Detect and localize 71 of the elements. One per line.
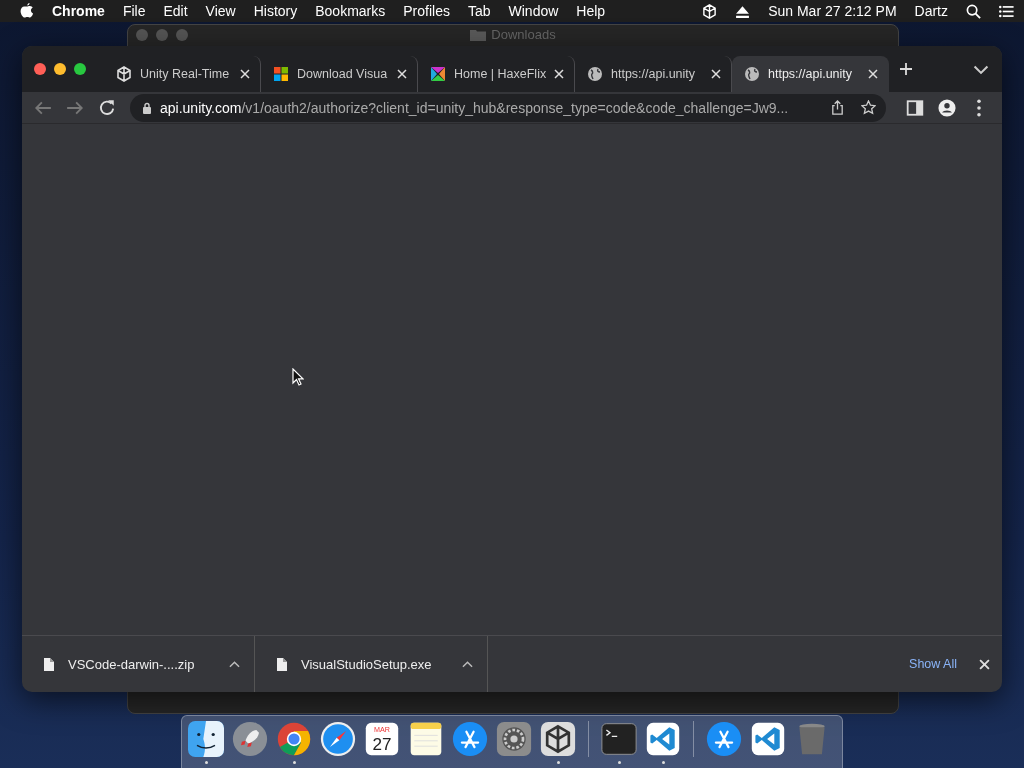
- side-panel-icon[interactable]: [906, 98, 924, 117]
- close-icon[interactable]: [868, 69, 878, 79]
- cube-icon[interactable]: [702, 3, 718, 19]
- search-icon[interactable]: [966, 3, 981, 19]
- cube-icon[interactable]: [540, 721, 576, 757]
- close-icon[interactable]: [240, 69, 250, 79]
- menu-item[interactable]: Bookmarks: [315, 3, 386, 19]
- settings-icon[interactable]: [496, 721, 532, 757]
- windows-logo-icon: [273, 66, 289, 82]
- close-icon[interactable]: [979, 658, 990, 670]
- window-title: Downloads: [491, 27, 556, 42]
- download-item[interactable]: VSCode-darwin-....zip: [22, 636, 255, 692]
- cube-icon: [116, 66, 132, 82]
- user-name[interactable]: Dartz: [914, 3, 948, 19]
- menu-icon[interactable]: [999, 3, 1014, 19]
- caret-up-icon[interactable]: [229, 660, 240, 668]
- eject-icon[interactable]: [735, 3, 751, 19]
- notepad-icon[interactable]: [408, 721, 444, 757]
- browser-tab[interactable]: https://api.unity: [732, 56, 889, 92]
- folder-icon: [470, 28, 487, 41]
- close-button[interactable]: [34, 63, 46, 75]
- chrome-icon[interactable]: [276, 721, 312, 757]
- menu-item[interactable]: Help: [576, 3, 606, 19]
- caret-up-icon[interactable]: [462, 660, 473, 668]
- calendar-icon[interactable]: MAR 27: [364, 721, 400, 757]
- running-indicator: [204, 761, 208, 764]
- minimize-button[interactable]: [54, 63, 66, 75]
- running-indicator: [617, 761, 621, 764]
- file-icon: [277, 657, 287, 671]
- finder-icon[interactable]: [188, 721, 224, 757]
- file-icon: [44, 657, 54, 671]
- apple-icon[interactable]: [20, 3, 34, 19]
- menu-item[interactable]: File: [122, 3, 146, 19]
- download-item[interactable]: VisualStudioSetup.exe: [255, 636, 488, 692]
- star-icon[interactable]: [861, 100, 876, 115]
- vscode-icon[interactable]: [645, 721, 681, 757]
- running-indicator: [556, 761, 560, 764]
- profile-icon[interactable]: [938, 98, 956, 117]
- close-icon[interactable]: [711, 69, 721, 79]
- colored-triangles-icon: [430, 66, 446, 82]
- terminal-icon[interactable]: [601, 721, 637, 757]
- show-all-link[interactable]: Show All: [909, 657, 957, 671]
- running-indicator: [292, 761, 296, 764]
- menu-item[interactable]: View: [205, 3, 236, 19]
- globe-icon: [587, 66, 603, 82]
- address-bar[interactable]: api.unity.com/v1/oauth2/authorize?client_id=unity_hub&response_type=code&code_challenge=Jw9...: [130, 93, 886, 122]
- close-icon[interactable]: [554, 69, 564, 79]
- share-icon[interactable]: [830, 100, 845, 115]
- lock-icon[interactable]: [142, 101, 152, 114]
- rocket-icon[interactable]: [232, 721, 268, 757]
- compass-icon[interactable]: [320, 721, 356, 757]
- app-store-document-icon[interactable]: [706, 721, 742, 757]
- browser-tab[interactable]: Download Visua: [261, 56, 418, 92]
- globe-icon: [744, 66, 760, 82]
- running-indicator: [661, 761, 665, 764]
- app-store-icon[interactable]: [452, 721, 488, 757]
- menu-item[interactable]: Tab: [467, 3, 491, 19]
- mouse-cursor-icon: [292, 368, 304, 386]
- new-tab-icon[interactable]: [899, 62, 913, 76]
- zoom-button[interactable]: [74, 63, 86, 75]
- close-icon[interactable]: [397, 69, 407, 79]
- browser-tab[interactable]: Home | HaxeFlix: [418, 56, 575, 92]
- menu-item[interactable]: Profiles: [403, 3, 450, 19]
- browser-tab[interactable]: Unity Real-Time: [104, 56, 261, 92]
- reload-icon[interactable]: [98, 98, 116, 117]
- menu-item[interactable]: History: [253, 3, 298, 19]
- menu-item[interactable]: Edit: [163, 3, 188, 19]
- menu-item[interactable]: Window: [508, 3, 559, 19]
- clock[interactable]: Sun Mar 27 2:12 PM: [768, 3, 897, 19]
- vscode-document-icon[interactable]: [750, 721, 786, 757]
- app-menu[interactable]: Chrome: [52, 3, 105, 19]
